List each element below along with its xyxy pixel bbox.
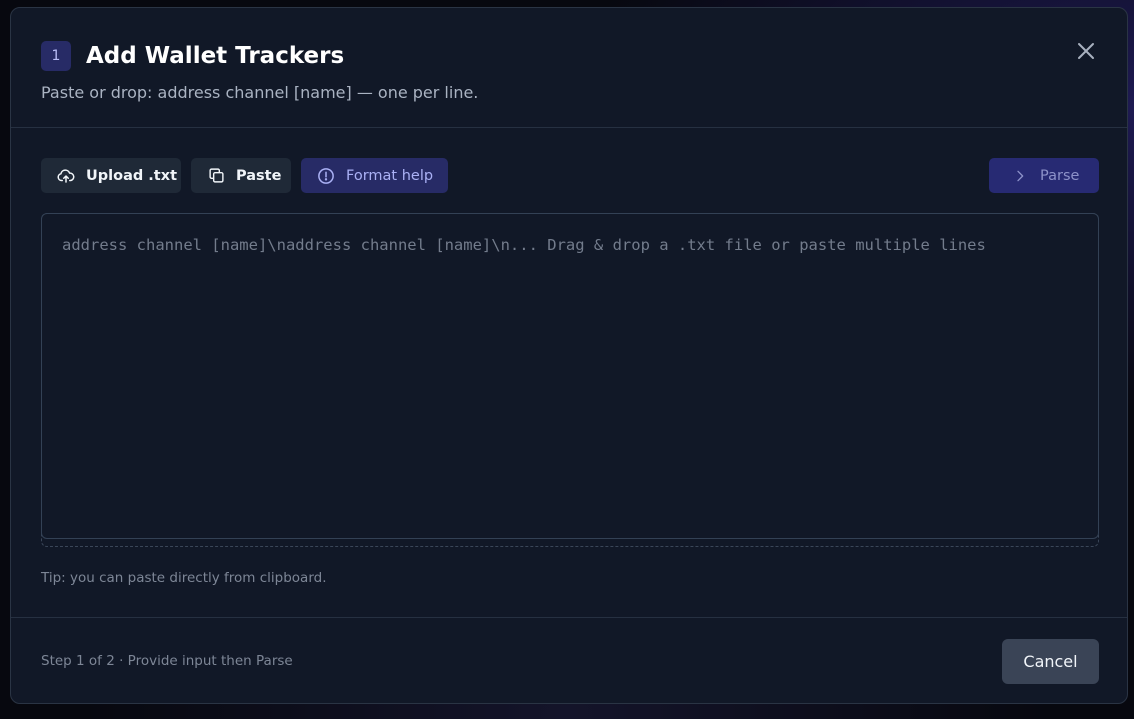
chevron-right-icon bbox=[1011, 167, 1029, 185]
parse-label: Parse bbox=[1040, 167, 1080, 184]
step-status: Step 1 of 2 · Provide input then Parse bbox=[41, 653, 293, 669]
format-help-label: Format help bbox=[346, 167, 434, 184]
upload-txt-label: Upload .txt bbox=[86, 167, 178, 184]
upload-txt-button[interactable]: Upload .txt bbox=[41, 158, 181, 193]
step-badge: 1 bbox=[41, 41, 71, 71]
wallet-input-textarea[interactable] bbox=[41, 213, 1099, 539]
paste-button[interactable]: Paste bbox=[191, 158, 291, 193]
close-icon bbox=[1078, 43, 1094, 59]
paste-label: Paste bbox=[236, 167, 282, 184]
dialog-subtitle: Paste or drop: address channel [name] — … bbox=[41, 83, 479, 102]
alert-circle-icon bbox=[317, 167, 335, 185]
format-help-button[interactable]: Format help bbox=[301, 158, 448, 193]
cancel-button[interactable]: Cancel bbox=[1002, 639, 1099, 684]
dialog-title: Add Wallet Trackers bbox=[86, 43, 345, 69]
close-button[interactable] bbox=[1073, 38, 1099, 64]
dialog-header: 1 Add Wallet Trackers Paste or drop: add… bbox=[11, 8, 1127, 128]
add-wallet-trackers-dialog: 1 Add Wallet Trackers Paste or drop: add… bbox=[10, 7, 1128, 704]
copy-icon bbox=[207, 167, 225, 185]
parse-button[interactable]: Parse bbox=[989, 158, 1099, 193]
cloud-upload-icon bbox=[57, 167, 75, 185]
clipboard-tip: Tip: you can paste directly from clipboa… bbox=[41, 570, 327, 586]
dialog-footer: Step 1 of 2 · Provide input then Parse C… bbox=[11, 617, 1127, 703]
